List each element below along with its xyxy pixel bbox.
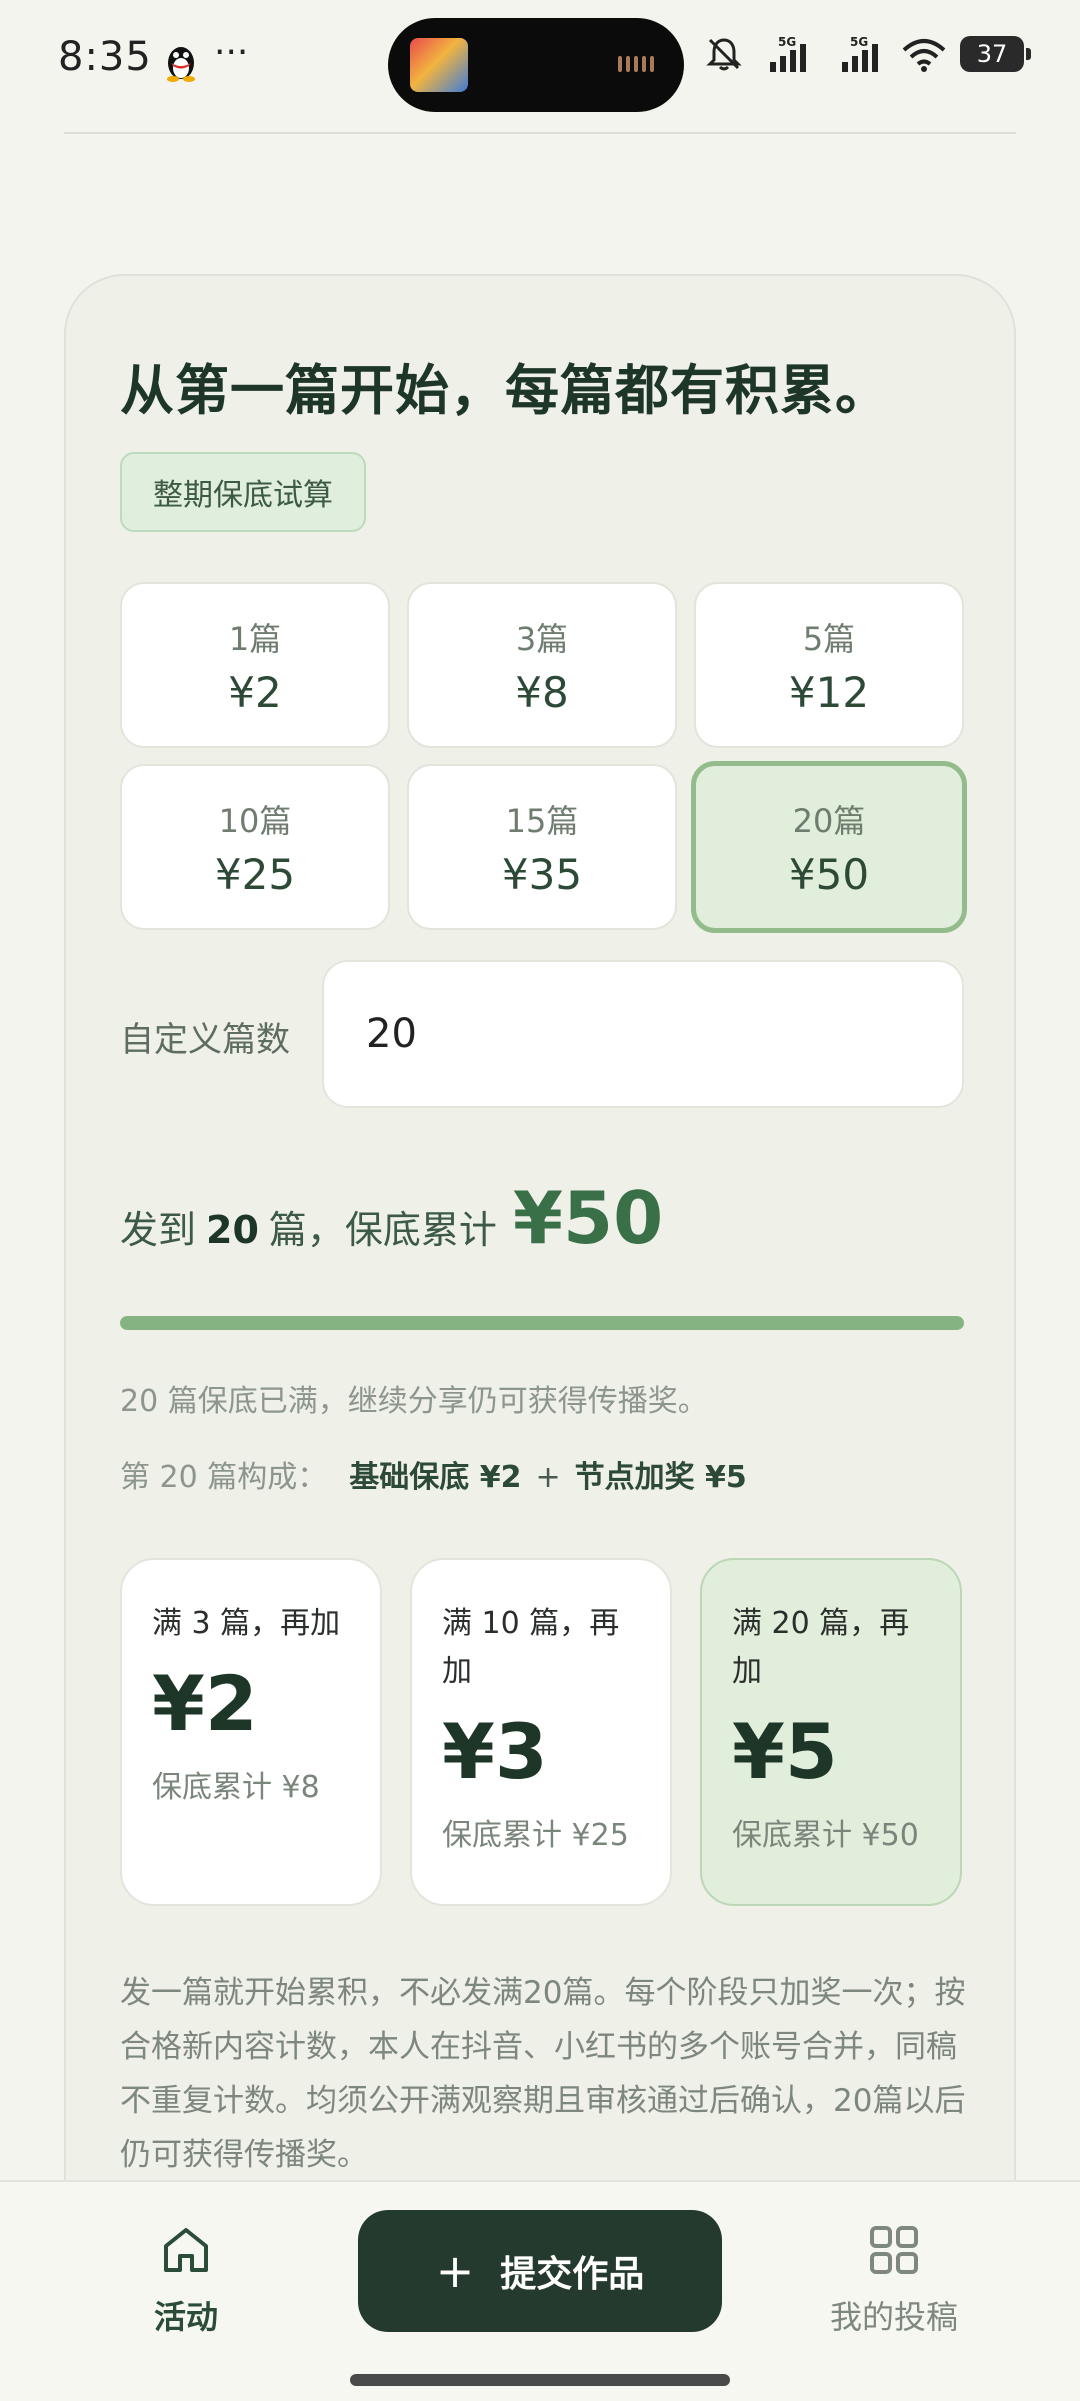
- nav-my-submissions-tab[interactable]: 我的投稿: [814, 2222, 974, 2338]
- option-count: 1篇: [228, 619, 282, 658]
- nav-home-label: 活动: [153, 2298, 218, 2336]
- more-notifications-icon: ···: [214, 32, 249, 73]
- summary-amount: ¥50: [512, 1176, 664, 1260]
- submit-work-button[interactable]: + 提交作品: [358, 2210, 722, 2332]
- signal-5g-icon: 5G: [756, 34, 816, 74]
- svg-text:5G: 5G: [850, 35, 868, 49]
- bonus-card-10: 满 10 篇，再加 ¥3 保底累计 ¥25: [410, 1558, 672, 1906]
- dynamic-island[interactable]: [388, 18, 684, 112]
- custom-count-input[interactable]: 20: [322, 960, 964, 1108]
- bonus-cumulative: 保底累计 ¥25: [442, 1818, 629, 1853]
- calculator-card: 从第一篇开始，每篇都有积累。 整期保底试算 1篇 ¥2 3篇 ¥8 5篇 ¥12…: [64, 274, 1016, 2401]
- composition-plus: +: [535, 1460, 561, 1495]
- bottom-nav: 活动 + 提交作品 我的投稿: [0, 2180, 1080, 2401]
- bonus-amount: ¥5: [732, 1707, 838, 1796]
- mute-bell-icon: [704, 34, 744, 74]
- nav-home-tab[interactable]: 活动: [106, 2222, 266, 2338]
- audio-wave-icon: [618, 56, 654, 72]
- option-price: ¥50: [788, 849, 870, 899]
- signal-5g-icon: 5G: [828, 34, 888, 74]
- card-headline: 从第一篇开始，每篇都有积累。: [120, 359, 890, 422]
- calculator-tag: 整期保底试算: [120, 452, 366, 532]
- svg-text:5G: 5G: [778, 35, 796, 49]
- option-price: ¥12: [788, 667, 870, 717]
- bonus-title: 满 10 篇，再加: [442, 1606, 620, 1689]
- summary-prefix: 发到: [120, 1208, 197, 1252]
- option-15[interactable]: 15篇 ¥35: [407, 764, 677, 930]
- summary-count: 20: [206, 1208, 259, 1252]
- option-count: 5篇: [802, 619, 856, 658]
- bonus-card-3: 满 3 篇，再加 ¥2 保底累计 ¥8: [120, 1558, 382, 1906]
- bonus-title: 满 20 篇，再加: [732, 1606, 910, 1689]
- bonus-title: 满 3 篇，再加: [152, 1606, 341, 1641]
- home-indicator[interactable]: [350, 2374, 730, 2386]
- media-thumbnail: [410, 38, 468, 92]
- qq-penguin-icon: [164, 42, 198, 82]
- status-icons: 5G 5G 37: [704, 34, 1031, 74]
- bonus-amount: ¥3: [442, 1707, 548, 1796]
- status-note: 20 篇保底已满，继续分享仍可获得传播奖。: [120, 1384, 708, 1419]
- option-count: 3篇: [515, 619, 569, 658]
- progress-bar: [120, 1316, 964, 1330]
- composition-label: 第 20 篇构成：: [120, 1460, 328, 1495]
- option-1[interactable]: 1篇 ¥2: [120, 582, 390, 748]
- home-icon: [164, 2228, 208, 2272]
- option-count: 20篇: [792, 801, 866, 840]
- option-price: ¥8: [515, 667, 569, 717]
- bonus-card-20-active: 满 20 篇，再加 ¥5 保底累计 ¥50: [700, 1558, 962, 1906]
- summary-line: 发到 20 篇，保底累计 ¥50: [120, 1176, 663, 1260]
- option-20-selected[interactable]: 20篇 ¥50: [691, 761, 967, 933]
- option-price: ¥25: [214, 849, 296, 899]
- grid-icon: [870, 2226, 918, 2274]
- option-5[interactable]: 5篇 ¥12: [694, 582, 964, 748]
- option-price: ¥2: [228, 667, 282, 717]
- custom-count-label: 自定义篇数: [120, 1020, 290, 1060]
- page: 8:35 ··· 5G 5G 37 从第一篇开始，每篇都有积累。 整期保底试算 …: [0, 0, 1080, 2401]
- nav-my-submissions-label: 我的投稿: [829, 2298, 958, 2336]
- submit-work-label: 提交作品: [500, 2254, 645, 2295]
- battery-icon: 37: [960, 36, 1031, 72]
- status-time: 8:35: [58, 34, 152, 80]
- summary-mid: 篇，保底累计: [268, 1208, 497, 1252]
- progress-fill: [120, 1316, 964, 1330]
- top-divider: [64, 132, 1016, 134]
- option-10[interactable]: 10篇 ¥25: [120, 764, 390, 930]
- bonus-cumulative: 保底累计 ¥8: [152, 1770, 320, 1805]
- option-count: 15篇: [505, 801, 579, 840]
- option-price: ¥35: [501, 849, 583, 899]
- bonus-amount: ¥2: [152, 1659, 258, 1748]
- composition-bonus: 节点加奖 ¥5: [574, 1460, 747, 1495]
- option-count: 10篇: [218, 801, 292, 840]
- status-bar: 8:35 ··· 5G 5G 37: [0, 0, 1080, 130]
- bonus-cumulative: 保底累计 ¥50: [732, 1818, 919, 1853]
- composition-line: 第 20 篇构成： 基础保底 ¥2 + 节点加奖 ¥5: [120, 1452, 747, 1496]
- composition-base: 基础保底 ¥2: [349, 1460, 522, 1495]
- plus-icon: +: [435, 2244, 475, 2298]
- rules-footnote: 发一篇就开始累积，不必发满20篇。每个阶段只加奖一次；按合格新内容计数，本人在抖…: [120, 1975, 966, 2173]
- option-3[interactable]: 3篇 ¥8: [407, 582, 677, 748]
- wifi-icon: [900, 34, 948, 74]
